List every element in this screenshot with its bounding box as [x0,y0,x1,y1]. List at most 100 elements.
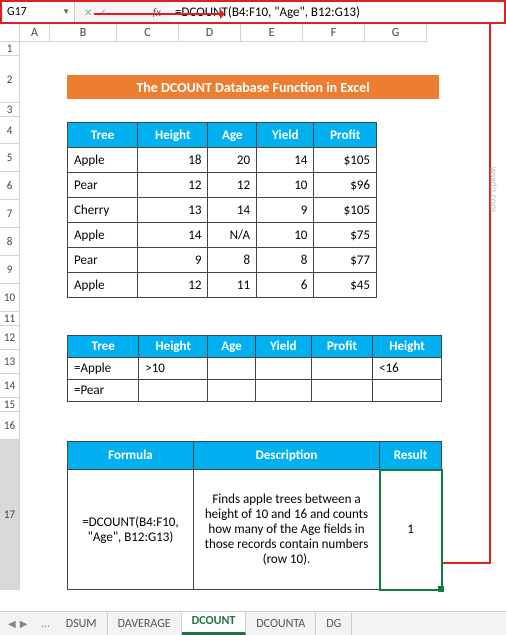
row-header-5[interactable]: 5 [0,144,19,172]
data-header: Age [208,123,257,148]
page-title: The DCOUNT Database Function in Excel [67,75,439,99]
data-cell: 11 [208,273,257,298]
column-header-D[interactable]: D [179,24,241,41]
criteria-header: Tree [68,336,139,358]
sheet-tab-daverage[interactable]: DAVERAGE [108,613,182,635]
row-header-10[interactable]: 10 [0,284,19,312]
criteria-table: TreeHeightAgeYieldProfitHeight=Apple>10<… [67,335,442,402]
data-cell: 14 [138,223,208,248]
criteria-cell: =Apple [68,358,139,380]
data-cell: Apple [68,223,138,248]
sheet-tab-dg[interactable]: DG [316,613,352,635]
column-header-E[interactable]: E [241,24,303,41]
data-cell: 8 [257,248,314,273]
criteria-header: Profit [311,336,372,358]
tab-nav-next-icon[interactable]: ▶ [20,617,28,630]
sheet-tabs-bar: ◀ ▶ …DSUMDAVERAGEDCOUNTDCOUNTADG [0,611,506,635]
tab-nav: ◀ ▶ [0,617,35,630]
data-cell: $45 [314,273,377,298]
data-cell: 9 [257,198,314,223]
fill-handle[interactable] [438,586,444,592]
sheet-tab-dcount[interactable]: DCOUNT [182,612,247,635]
column-header-C[interactable]: C [117,24,179,41]
select-all-corner[interactable] [0,24,20,42]
header-formula: Formula [68,442,194,470]
row-header-12[interactable]: 12 [0,326,19,350]
row-header-8[interactable]: 8 [0,228,19,256]
data-cell: 9 [138,248,208,273]
row-header-3[interactable]: 3 [0,103,19,117]
criteria-cell [255,380,311,402]
formula-bar: G17 ▼ ✕ ✓ fx =DCOUNT(B4:F10, "Age", B12:… [0,0,506,24]
data-cell: 10 [257,173,314,198]
data-cell: 12 [138,273,208,298]
row-header-6[interactable]: 6 [0,172,19,200]
criteria-cell: >10 [139,358,208,380]
criteria-header: Yield [255,336,311,358]
result-description: Finds apple trees between a height of 10… [193,470,379,590]
arrow-annotation [94,13,224,15]
row-header-2[interactable]: 2 [0,56,19,103]
tab-nav-prev-icon[interactable]: ◀ [8,617,16,630]
row-header-14[interactable]: 14 [0,374,19,398]
result-formula: =DCOUNT(B4:F10, "Age", B12:G13) [68,470,194,590]
row-header-13[interactable]: 13 [0,350,19,374]
data-cell: Apple [68,148,138,173]
data-cell: 13 [138,198,208,223]
criteria-cell [208,380,256,402]
row-header-7[interactable]: 7 [0,200,19,228]
header-description: Description [193,442,379,470]
formula-text: =DCOUNT(B4:F10, "Age", B12:G13) [175,5,360,20]
row-headers: 1234567891011121314151617 [0,42,20,590]
data-cell: 18 [138,148,208,173]
column-header-B[interactable]: B [50,24,117,41]
criteria-cell [255,358,311,380]
title-text: The DCOUNT Database Function in Excel [136,79,369,96]
data-cell: 20 [208,148,257,173]
criteria-cell [139,380,208,402]
criteria-header: Age [208,336,256,358]
data-cell: 12 [208,173,257,198]
data-cell: 14 [257,148,314,173]
criteria-cell: =Pear [68,380,139,402]
data-cell: $96 [314,173,377,198]
column-header-A[interactable]: A [20,24,50,41]
header-result: Result [380,442,442,470]
cell-reference: G17 [7,5,27,19]
row-header-4[interactable]: 4 [0,117,19,144]
data-header: Tree [68,123,138,148]
column-header-F[interactable]: F [303,24,365,41]
data-cell: 6 [257,273,314,298]
name-box[interactable]: G17 ▼ [3,2,75,22]
spreadsheet-content[interactable]: The DCOUNT Database Function in Excel Tr… [20,42,506,590]
confirm-icon[interactable]: ✓ [98,6,106,19]
row-header-1[interactable]: 1 [0,42,19,56]
data-cell: N/A [208,223,257,248]
data-cell: 8 [208,248,257,273]
result-table: Formula Description Result =DCOUNT(B4:F1… [67,441,442,590]
row-header-16[interactable]: 16 [0,412,19,440]
criteria-cell [311,380,372,402]
sheet-tab-dcounta[interactable]: DCOUNTA [246,613,316,635]
cancel-icon[interactable]: ✕ [84,6,92,19]
criteria-cell [373,380,442,402]
data-cell: $105 [314,148,377,173]
result-value: 1 [407,522,414,537]
data-cell: $75 [314,223,377,248]
chevron-down-icon[interactable]: ▼ [62,7,70,17]
data-cell: Pear [68,248,138,273]
row-header-17[interactable]: 17 [0,440,19,590]
watermark: wsxdn.com [487,167,500,212]
data-cell: $105 [314,198,377,223]
column-header-G[interactable]: G [365,24,427,41]
criteria-cell: <16 [373,358,442,380]
row-header-15[interactable]: 15 [0,398,19,412]
fx-icon[interactable]: fx [153,6,169,19]
result-value-cell[interactable]: 1 [380,470,442,590]
row-header-9[interactable]: 9 [0,256,19,284]
criteria-cell [208,358,256,380]
sheet-tab-dsum[interactable]: DSUM [56,613,108,635]
row-header-11[interactable]: 11 [0,312,19,326]
criteria-header: Height [373,336,442,358]
criteria-header: Height [139,336,208,358]
